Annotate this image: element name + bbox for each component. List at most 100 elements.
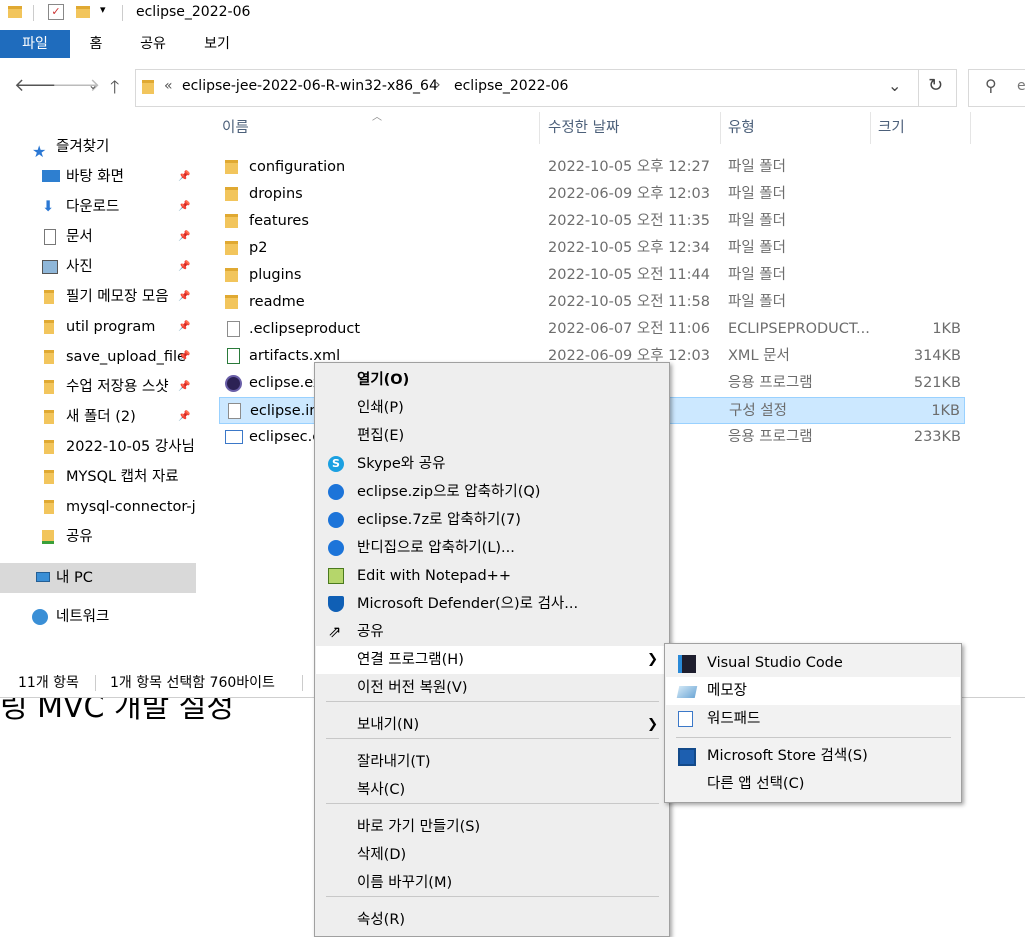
context-menu-item[interactable]: 잘라내기(T) xyxy=(316,748,668,776)
breadcrumb-item[interactable]: eclipse_2022-06 xyxy=(454,78,568,94)
nav-label: 내 PC xyxy=(56,570,93,586)
nav-item[interactable]: 바탕 화면 📌 xyxy=(0,162,196,192)
context-menu-item[interactable]: 열기(O) xyxy=(316,366,668,394)
nav-item[interactable]: 문서 📌 xyxy=(0,222,196,252)
nav-item[interactable]: 필기 메모장 모음 📌 xyxy=(0,282,196,312)
file-row[interactable]: features 2022-10-05 오전 11:35 파일 폴더 xyxy=(219,208,965,235)
file-row[interactable]: readme 2022-10-05 오전 11:58 파일 폴더 xyxy=(219,289,965,316)
menu-item-label: 바로 가기 만들기(S) xyxy=(357,819,481,835)
open-with-submenu: Visual Studio Code 메모장워드패드 Microsoft Store… xyxy=(664,643,962,803)
open-with-item[interactable]: Visual Studio Code xyxy=(666,649,960,677)
context-menu-item[interactable]: Edit with Notepad++ xyxy=(316,562,668,590)
file-date: 2022-10-05 오후 12:27 xyxy=(548,159,710,175)
breadcrumb-overflow[interactable]: « xyxy=(164,78,173,94)
search-box[interactable]: ⚲ e xyxy=(968,69,1025,107)
nav-this-pc[interactable]: 내 PC xyxy=(0,563,196,593)
nav-item[interactable]: 수업 저장용 스샷 📌 xyxy=(0,372,196,402)
menu-item-label: 보내기(N) xyxy=(357,717,420,733)
context-menu-item[interactable]: 편집(E) xyxy=(316,422,668,450)
nav-network[interactable]: 네트워크 xyxy=(0,602,196,632)
menu-item-label: 연결 프로그램(H) xyxy=(357,652,464,668)
store-icon xyxy=(678,748,696,766)
column-header-name[interactable]: 이름 xyxy=(222,112,249,144)
file-row[interactable]: .eclipseproduct 2022-06-07 오전 11:06 ECLIPS… xyxy=(219,316,965,343)
nav-label: MYSQL 캡처 자료 xyxy=(66,469,179,485)
nav-item[interactable]: MYSQL 캡처 자료 xyxy=(0,462,196,492)
menu-item-label: 메모장 xyxy=(707,683,748,699)
context-menu-item[interactable]: S Skype와 공유 xyxy=(316,450,668,478)
chevron-right-icon[interactable]: › xyxy=(435,77,441,93)
context-menu-item[interactable]: 속성(R) xyxy=(316,906,668,934)
nav-item[interactable]: 공유 xyxy=(0,522,196,552)
tab-view[interactable]: 보기 xyxy=(194,30,240,58)
nav-item[interactable]: ⬇ 다운로드 📌 xyxy=(0,192,196,222)
file-type: 응용 프로그램 xyxy=(728,429,813,445)
context-menu-item[interactable]: 삭제(D) xyxy=(316,841,668,869)
xml-file-icon xyxy=(227,348,240,364)
context-menu-item[interactable]: eclipse.7z로 압축하기(7) xyxy=(316,506,668,534)
nav-item[interactable]: save_upload_file 📌 xyxy=(0,342,196,372)
open-with-item[interactable]: 다른 앱 선택(C) xyxy=(666,770,960,798)
file-type: 파일 폴더 xyxy=(728,294,786,310)
star-icon: ★ xyxy=(32,142,47,161)
nav-item[interactable]: 새 폴더 (2) 📌 xyxy=(0,402,196,432)
context-menu-item[interactable]: 이전 버전 복원(V) xyxy=(316,674,668,702)
column-divider[interactable] xyxy=(539,112,540,144)
column-header-date[interactable]: 수정한 날짜 xyxy=(548,112,619,144)
tab-file[interactable]: 파일 xyxy=(0,30,70,58)
context-menu-item[interactable]: 복사(C) xyxy=(316,776,668,804)
context-menu-item[interactable]: 바로 가기 만들기(S) xyxy=(316,813,668,841)
column-header-type[interactable]: 유형 xyxy=(728,112,755,144)
nav-label: 네트워크 xyxy=(56,609,110,625)
context-menu-item[interactable]: eclipse.zip으로 압축하기(Q) xyxy=(316,478,668,506)
context-menu-item[interactable]: 인쇄(P) xyxy=(316,394,668,422)
column-header-size[interactable]: 크기 xyxy=(878,112,905,144)
divider xyxy=(122,5,123,21)
customize-toolbar-icon[interactable]: ▾ xyxy=(100,3,106,16)
chevron-down-icon[interactable]: ⌄ xyxy=(888,76,901,95)
file-type: XML 문서 xyxy=(728,348,790,364)
file-row[interactable]: dropins 2022-06-09 오후 12:03 파일 폴더 xyxy=(219,181,965,208)
open-with-item[interactable]: 워드패드 xyxy=(666,705,960,733)
nav-item[interactable]: util program 📌 xyxy=(0,312,196,342)
nav-label: 즐겨찾기 xyxy=(56,139,110,155)
desktop-icon xyxy=(42,170,60,182)
column-divider[interactable] xyxy=(720,112,721,144)
folder-icon xyxy=(225,187,238,201)
context-menu-item[interactable]: Microsoft Defender(으)로 검사... xyxy=(316,590,668,618)
search-input[interactable]: e xyxy=(1017,78,1025,94)
context-menu-item[interactable]: ⇗ 공유 xyxy=(316,618,668,646)
tab-home[interactable]: 홈 xyxy=(78,30,114,58)
open-with-item[interactable]: Microsoft Store 검색(S) xyxy=(666,742,960,770)
column-divider[interactable] xyxy=(970,112,971,144)
context-menu-item[interactable]: 연결 프로그램(H) ❯ xyxy=(316,646,668,674)
address-bar[interactable]: « eclipse-jee-2022-06-R-win32-x86_64 › e… xyxy=(135,69,957,107)
file-date: 2022-10-05 오전 11:35 xyxy=(548,213,710,229)
file-name: .eclipseproduct xyxy=(249,321,361,337)
up-button[interactable]: 🡑 xyxy=(110,75,119,105)
refresh-icon[interactable]: ↻ xyxy=(928,75,943,96)
properties-quick-icon[interactable]: ✓ xyxy=(48,4,64,20)
open-with-item[interactable]: 메모장 xyxy=(666,677,960,705)
new-folder-quick-icon[interactable] xyxy=(76,6,90,18)
file-row[interactable]: plugins 2022-10-05 오전 11:44 파일 폴더 xyxy=(219,262,965,289)
file-type: ECLIPSEPRODUCT... xyxy=(728,321,870,337)
nav-quick-access[interactable]: ★ 즐겨찾기 xyxy=(0,132,196,162)
status-divider xyxy=(302,675,303,691)
column-divider[interactable] xyxy=(870,112,871,144)
notepad-icon xyxy=(676,686,698,698)
address-divider xyxy=(918,70,919,106)
folder-icon xyxy=(225,268,238,282)
nav-item[interactable]: 2022-10-05 강사님 xyxy=(0,432,196,462)
file-row[interactable]: p2 2022-10-05 오후 12:34 파일 폴더 xyxy=(219,235,965,262)
breadcrumb-item[interactable]: eclipse-jee-2022-06-R-win32-x86_64 xyxy=(182,78,438,94)
context-menu-item[interactable]: 이름 바꾸기(M) xyxy=(316,869,668,897)
sort-up-icon: ︿ xyxy=(372,112,382,123)
file-row[interactable]: configuration 2022-10-05 오후 12:27 파일 폴더 xyxy=(219,154,965,181)
context-menu-item[interactable]: 보내기(N) ❯ xyxy=(316,711,668,739)
nav-item[interactable]: 사진 📌 xyxy=(0,252,196,282)
recent-locations-icon[interactable]: ⌄ xyxy=(88,78,98,92)
nav-item[interactable]: mysql-connector-ja xyxy=(0,492,196,522)
context-menu-item[interactable]: 반디집으로 압축하기(L)... xyxy=(316,534,668,562)
tab-share[interactable]: 공유 xyxy=(130,30,176,58)
